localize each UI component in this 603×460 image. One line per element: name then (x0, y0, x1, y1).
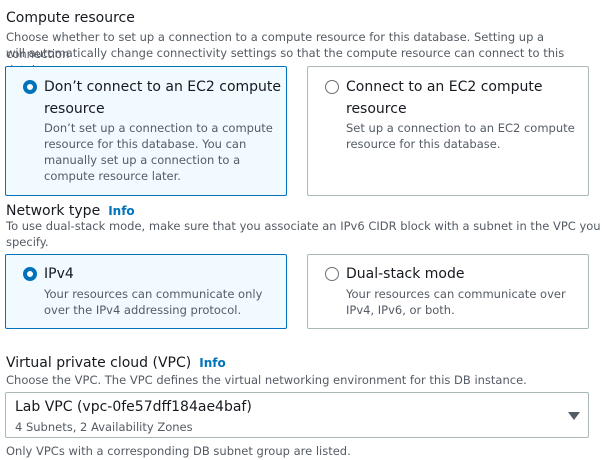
option-title-line2: resource (44, 101, 105, 117)
option-title-line1: Connect to an EC2 compute (346, 79, 543, 95)
vpc-info-link[interactable]: Info (199, 356, 225, 370)
option-desc-line1: Don’t set up a connection to a compute (44, 121, 273, 135)
dont-connect-ec2-option[interactable]: Don’t connect to an EC2 compute resource… (5, 66, 287, 196)
network-type-description-2: specify. (6, 235, 49, 249)
vpc-selected-detail: 4 Subnets, 2 Availability Zones (15, 420, 193, 434)
radio-button[interactable] (23, 267, 37, 281)
vpc-selected-value: Lab VPC (vpc-0fe57dff184ae4baf) (15, 399, 252, 415)
chevron-down-icon (568, 412, 580, 420)
vpc-select[interactable]: Lab VPC (vpc-0fe57dff184ae4baf) 4 Subnet… (5, 392, 589, 438)
radio-button[interactable] (23, 80, 37, 94)
network-type-description-1: To use dual-stack mode, make sure that y… (6, 219, 601, 233)
vpc-header: Virtual private cloud (VPC) Info (6, 352, 226, 371)
option-desc-line2: over the IPv4 addressing protocol. (44, 303, 242, 317)
option-desc-line3: manually set up a connection to a (44, 153, 241, 167)
network-type-title: Network type (6, 203, 101, 219)
network-type-header: Network type Info (6, 200, 135, 219)
option-desc-line4: compute resource later. (44, 169, 181, 183)
option-desc-line1: Your resources can communicate over (346, 287, 566, 301)
network-type-info-link[interactable]: Info (108, 204, 134, 218)
ipv4-option[interactable]: IPv4 Your resources can communicate only… (5, 254, 287, 329)
vpc-title: Virtual private cloud (VPC) (6, 355, 192, 371)
option-desc-line2: IPv4, IPv6, or both. (346, 303, 455, 317)
option-desc-line2: resource for this database. You can (44, 137, 247, 151)
option-desc-line1: Set up a connection to an EC2 compute (346, 121, 575, 135)
vpc-description: Choose the VPC. The VPC defines the virt… (6, 373, 527, 387)
option-title-line2: resource (346, 101, 407, 117)
option-title: IPv4 (44, 266, 74, 282)
option-desc-line1: Your resources can communicate only (44, 287, 263, 301)
connect-ec2-option[interactable]: Connect to an EC2 compute resource Set u… (307, 66, 589, 196)
option-desc-line2: resource for this database. (346, 137, 501, 151)
vpc-footnote: Only VPCs with a corresponding DB subnet… (6, 444, 351, 458)
option-title-line1: Don’t connect to an EC2 compute (44, 79, 282, 95)
compute-resource-title: Compute resource (6, 10, 135, 26)
dual-stack-option[interactable]: Dual-stack mode Your resources can commu… (307, 254, 589, 329)
radio-button[interactable] (325, 80, 339, 94)
option-title: Dual-stack mode (346, 266, 465, 282)
radio-button[interactable] (325, 267, 339, 281)
